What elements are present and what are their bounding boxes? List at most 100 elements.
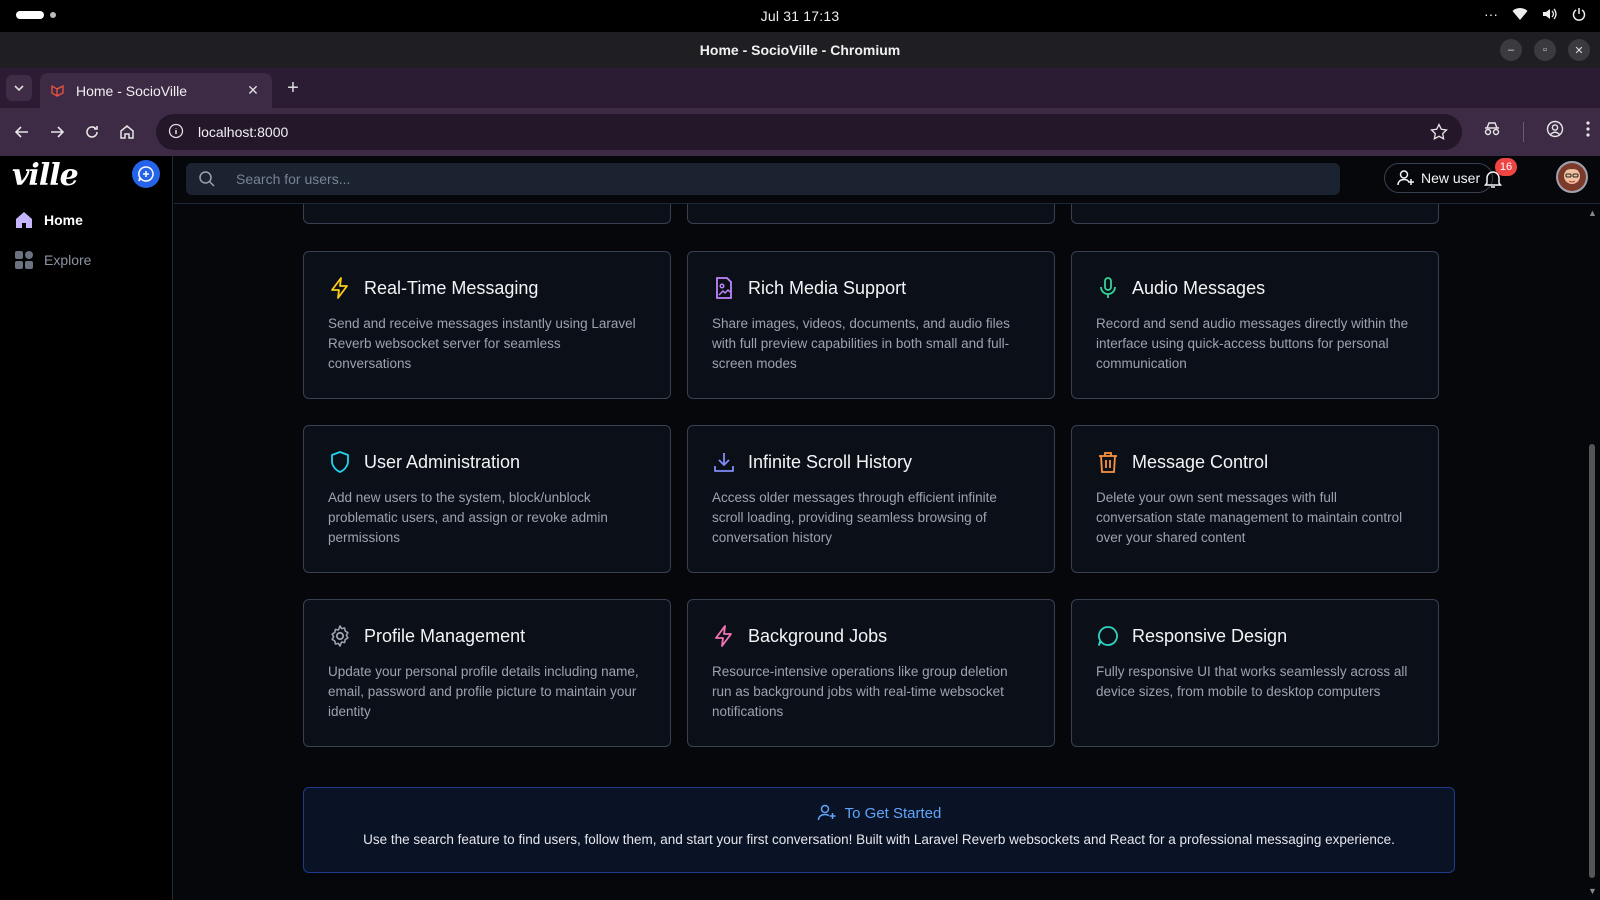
wifi-icon (1512, 7, 1528, 21)
new-user-label: New user (1421, 170, 1481, 186)
trash-icon (1096, 450, 1120, 474)
workspace-dot (50, 12, 56, 18)
restore-button[interactable]: ▫ (1534, 39, 1556, 61)
media-file-icon (712, 276, 736, 300)
feature-card-message-control: Message Control Delete your own sent mes… (1071, 425, 1439, 573)
card-description: Add new users to the system, block/unblo… (328, 490, 608, 545)
sidebar-item-label: Home (44, 212, 83, 228)
close-window-button[interactable]: ✕ (1568, 39, 1590, 61)
sidebar-item-explore[interactable]: Explore (14, 250, 91, 270)
card-title: Audio Messages (1132, 277, 1266, 298)
chevron-down-icon (14, 85, 24, 91)
card-title: Message Control (1132, 451, 1269, 472)
toolbar-separator (1523, 121, 1524, 142)
window-title: Home - SocioVille - Chromium (699, 42, 901, 58)
notification-count-badge: 16 (1495, 158, 1517, 176)
card-title: Profile Management (364, 625, 526, 646)
user-plus-icon (817, 804, 836, 821)
tab-home-socioville[interactable]: Home - SocioVille ✕ (40, 73, 272, 108)
new-user-button[interactable]: New user (1384, 163, 1494, 193)
search-icon (198, 170, 216, 188)
card-description: Access older messages through efficient … (712, 490, 997, 545)
sidebar: ville Home Explore (0, 156, 173, 900)
reload-icon (86, 126, 98, 138)
url-text: localhost:8000 (198, 124, 289, 140)
system-tray[interactable]: ··· (1484, 6, 1586, 22)
card-title: Real-Time Messaging (364, 277, 539, 298)
feature-card-partial (303, 204, 671, 224)
forward-button[interactable] (45, 120, 69, 144)
browser-toolbar: localhost:8000 (0, 108, 1600, 156)
search-input[interactable] (236, 171, 1316, 187)
lightning-icon (712, 624, 736, 648)
overflow-icon[interactable]: ··· (1484, 6, 1498, 22)
sidebar-item-home[interactable]: Home (14, 210, 83, 230)
app-root: ville Home Explore New user 16 (0, 156, 1600, 900)
sidebar-item-label: Explore (44, 252, 92, 268)
clock[interactable]: Jul 31 17:13 (761, 8, 840, 24)
user-search (186, 163, 1340, 195)
card-title: Infinite Scroll History (748, 451, 913, 472)
volume-icon (1542, 7, 1558, 21)
card-title: Background Jobs (748, 625, 888, 646)
minimize-button[interactable]: – (1500, 39, 1522, 61)
tab-title: Home - SocioVille (76, 82, 188, 99)
card-title: User Administration (364, 451, 521, 472)
home-icon (14, 210, 34, 230)
page-scrollbar[interactable]: ▲ ▼ (1584, 204, 1600, 900)
card-description: Resource-intensive operations like group… (712, 664, 1008, 719)
feature-card-rich-media-support: Rich Media Support Share images, videos,… (687, 251, 1055, 399)
scroll-down-arrow[interactable]: ▼ (1588, 886, 1597, 896)
card-description: Fully responsive UI that works seamlessl… (1096, 664, 1408, 699)
back-button[interactable] (10, 120, 34, 144)
scroll-up-arrow[interactable]: ▲ (1588, 208, 1597, 218)
user-plus-icon (1397, 170, 1414, 186)
os-top-bar: Jul 31 17:13 ··· (0, 0, 1600, 32)
card-description: Record and send audio messages directly … (1096, 316, 1409, 371)
card-description: Update your personal profile details inc… (328, 664, 639, 719)
home-button[interactable] (115, 120, 139, 144)
microphone-icon (1096, 276, 1120, 300)
download-icon (712, 450, 736, 474)
feature-card-real-time-messaging: Real-Time Messaging Send and receive mes… (303, 251, 671, 399)
feature-card-user-administration: User Administration Add new users to the… (303, 425, 671, 573)
laravel-favicon-icon (50, 83, 66, 99)
active-workspace-pill (16, 11, 44, 19)
card-title: Rich Media Support (748, 277, 907, 298)
menu-kebab-icon[interactable] (1586, 121, 1590, 142)
main-content: Real-Time Messaging Send and receive mes… (174, 204, 1584, 900)
get-started-panel: To Get Started Use the search feature to… (303, 787, 1455, 873)
user-avatar[interactable] (1556, 161, 1588, 193)
new-conversation-button[interactable] (132, 160, 160, 188)
address-bar[interactable]: localhost:8000 (156, 114, 1462, 150)
arrow-right-icon (51, 126, 65, 138)
window-title-bar: Home - SocioVille - Chromium – ▫ ✕ (0, 32, 1600, 68)
get-started-title: To Get Started (844, 804, 942, 822)
feature-card-profile-management: Profile Management Update your personal … (303, 599, 671, 747)
card-title: Responsive Design (1132, 625, 1288, 646)
tab-search-button[interactable] (6, 75, 32, 101)
tab-close-icon[interactable]: ✕ (244, 82, 262, 99)
feature-card-infinite-scroll-history: Infinite Scroll History Access older mes… (687, 425, 1055, 573)
brand-logo[interactable]: ville (12, 158, 79, 193)
home-icon (120, 125, 134, 139)
card-description: Send and receive messages instantly usin… (328, 316, 636, 371)
scroll-thumb[interactable] (1589, 444, 1595, 878)
power-icon (1572, 7, 1586, 21)
bookmark-star-icon[interactable] (1430, 123, 1448, 141)
grid-icon (14, 250, 34, 270)
arrow-left-icon (14, 126, 28, 138)
app-header: New user 16 (174, 156, 1600, 204)
new-tab-button[interactable]: + (282, 77, 304, 99)
feature-card-partial (1071, 204, 1439, 224)
workspace-indicator[interactable] (16, 11, 56, 19)
tab-strip: Home - SocioVille ✕ + (0, 68, 1600, 108)
profile-icon[interactable] (1546, 120, 1564, 143)
reload-button[interactable] (80, 120, 104, 144)
site-info-icon[interactable] (168, 123, 186, 141)
get-started-text: Use the search feature to find users, fo… (363, 832, 1395, 847)
feature-card-partial (687, 204, 1055, 224)
feature-card-responsive-design: Responsive Design Fully responsive UI th… (1071, 599, 1439, 747)
incognito-extension-icon[interactable] (1483, 121, 1501, 142)
chat-plus-icon (138, 166, 154, 182)
